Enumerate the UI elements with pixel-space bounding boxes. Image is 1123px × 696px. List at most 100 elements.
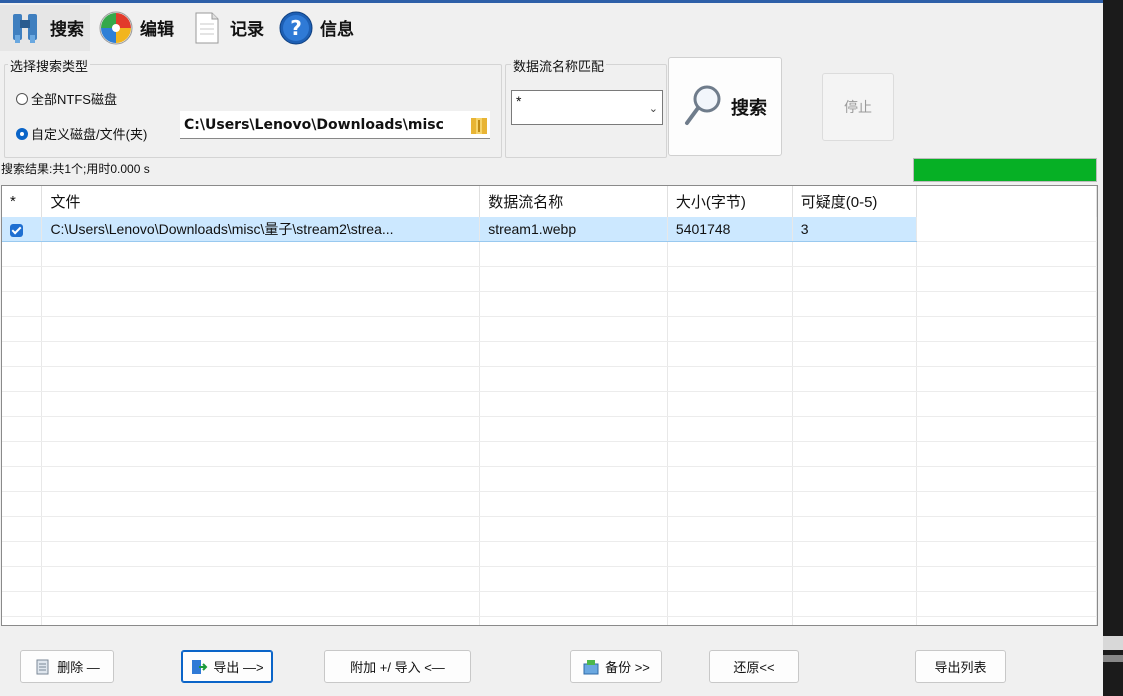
cell-empty [41,566,481,592]
export-button-label: 导出 —> [213,660,264,675]
radio-all-ntfs-circle[interactable] [16,92,28,105]
stop-button[interactable]: 停止 [822,73,894,141]
col-header-size[interactable]: 大小(字节) [667,186,793,217]
cell-empty [41,241,481,267]
delete-button[interactable]: 删除 — [20,650,114,683]
backup-button[interactable]: 备份 >> [570,650,662,683]
export-button[interactable]: 导出 —> [181,650,273,683]
cell-empty [479,566,668,592]
radio-custom-path[interactable]: 自定义磁盘/文件(夹) [16,124,147,143]
cell-empty [41,416,481,442]
table-row-empty [2,566,1097,592]
table-row[interactable]: C:\Users\Lenovo\Downloads\misc\量子\stream… [2,217,1097,242]
cell-empty [41,491,481,517]
backup-icon [582,658,600,676]
delete-icon [34,658,52,676]
cell-empty [2,341,43,367]
toolbar-record[interactable]: 记录 [180,5,270,51]
cell-empty [2,266,43,292]
cell-empty [2,291,43,317]
cell-empty [916,491,1097,517]
cell-empty [2,416,43,442]
background-desktop [1103,0,1123,696]
results-table[interactable]: * 文件 数据流名称 大小(字节) 可疑度(0-5) C:\Users\Leno… [1,185,1098,626]
cell-empty [479,516,668,542]
table-row-empty [2,391,1097,417]
cell-empty [479,341,668,367]
radio-all-ntfs-label: 全部NTFS磁盘 [31,92,117,107]
cell-empty [667,416,793,442]
cell-empty [41,516,481,542]
toolbar-search-label: 搜索 [50,20,84,39]
cell-suspicion: 3 [792,217,918,242]
background-desktop-strip [1103,636,1123,650]
cell-empty [2,516,43,542]
cell-size: 5401748 [667,217,793,242]
progress-bar [913,158,1097,182]
restore-button[interactable]: 还原<< [709,650,799,683]
cell-empty [479,291,668,317]
export-list-button-label: 导出列表 [934,660,987,675]
delete-button-label: 删除 — [57,660,100,675]
table-row-empty [2,541,1097,567]
status-text: 搜索结果:共1个;用时0.000 s [1,162,150,176]
row-checkbox-cell[interactable] [2,217,43,242]
col-header-suspicion[interactable]: 可疑度(0-5) [792,186,918,217]
cell-empty [916,217,1097,242]
cell-empty [479,241,668,267]
cell-empty [667,366,793,392]
cell-empty [916,241,1097,267]
export-icon [190,658,208,676]
toolbar-info[interactable]: ? 信息 [270,5,360,51]
cell-empty [667,291,793,317]
cell-empty [792,341,918,367]
cell-empty [792,491,918,517]
radio-custom-path-label: 自定义磁盘/文件(夹) [31,127,148,142]
path-input-text: C:\Users\Lenovo\Downloads\misc [184,117,444,133]
cell-empty [41,591,481,617]
cell-empty [792,541,918,567]
cell-empty [2,366,43,392]
backup-button-label: 备份 >> [605,660,650,675]
col-header-select[interactable]: * [2,186,43,217]
attach-import-button[interactable]: 附加 +/ 导入 <— [324,650,471,683]
table-row-empty [2,616,1097,625]
path-input[interactable]: C:\Users\Lenovo\Downloads\misc [180,111,490,139]
row-checkbox[interactable] [10,223,23,237]
folder-icon[interactable] [470,115,488,135]
table-row-empty [2,516,1097,542]
svg-text:?: ? [290,16,302,40]
table-header-row: * 文件 数据流名称 大小(字节) 可疑度(0-5) [2,186,1097,217]
cell-empty [41,291,481,317]
radio-custom-path-circle[interactable] [16,127,28,140]
toolbar-search[interactable]: 搜索 [0,4,90,51]
cell-empty [916,516,1097,542]
cell-empty [479,266,668,292]
cell-empty [667,341,793,367]
attach-import-button-label: 附加 +/ 导入 <— [350,660,445,675]
cell-empty [2,391,43,417]
cell-empty [2,441,43,467]
toolbar-edit[interactable]: 编辑 [90,5,180,51]
cell-empty [2,616,43,625]
cell-empty [792,366,918,392]
edit-pinwheel-icon [98,10,134,46]
search-button[interactable]: 搜索 [668,57,782,156]
cell-empty [479,316,668,342]
cell-empty [41,366,481,392]
cell-empty [2,316,43,342]
col-header-file[interactable]: 文件 [41,186,481,217]
progress-fill [914,159,1096,181]
table-row-empty [2,491,1097,517]
export-list-button[interactable]: 导出列表 [915,650,1006,683]
cell-empty [792,266,918,292]
col-header-stream[interactable]: 数据流名称 [479,186,668,217]
cell-empty [479,616,668,625]
stream-match-title: 数据流名称匹配 [511,56,607,75]
cell-empty [479,466,668,492]
stream-name-combo[interactable]: * ⌄ [511,90,663,125]
radio-all-ntfs[interactable]: 全部NTFS磁盘 [16,89,117,108]
main-toolbar: 搜索 编辑 记录 ? 信息 [0,3,1103,52]
cell-empty [479,366,668,392]
chevron-down-icon[interactable]: ⌄ [649,99,658,119]
